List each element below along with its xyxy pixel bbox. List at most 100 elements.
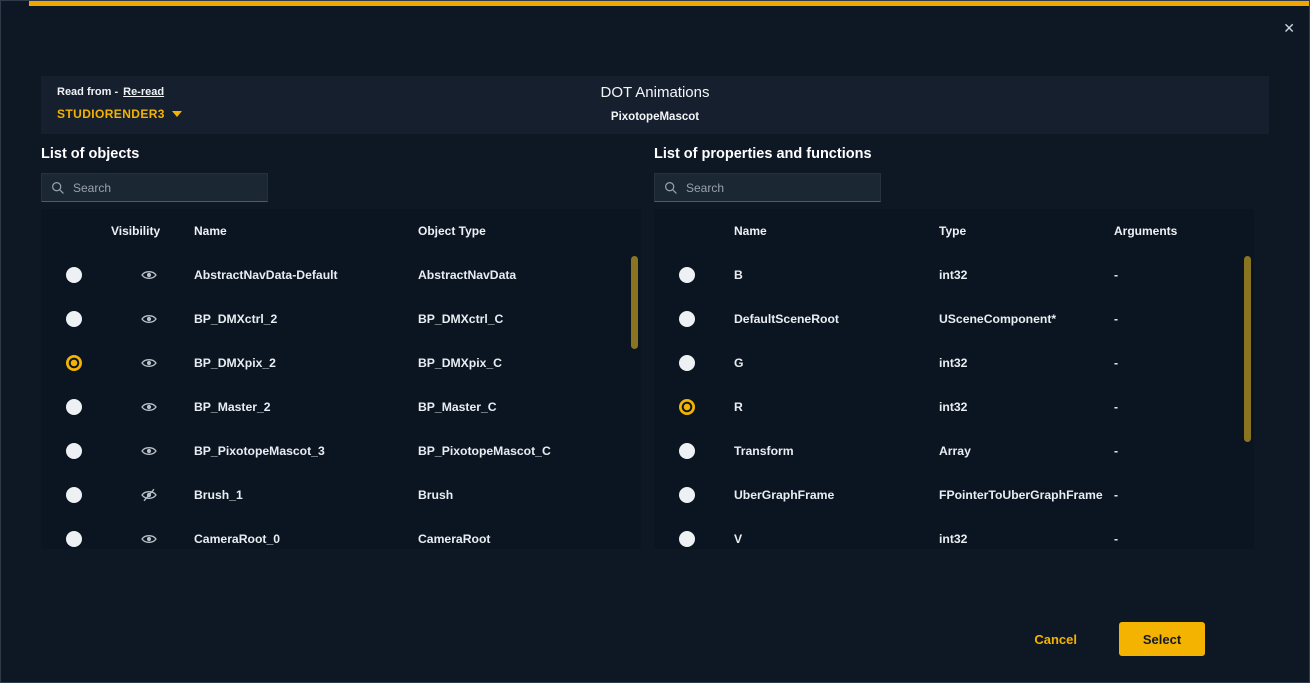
- visibility-icon[interactable]: [141, 532, 157, 546]
- row-radio[interactable]: [66, 487, 82, 503]
- table-row[interactable]: Transform Array -: [654, 429, 1254, 473]
- column-header-visibility: Visibility: [107, 224, 191, 238]
- visibility-off-icon[interactable]: [141, 488, 157, 502]
- table-row[interactable]: CameraRoot_0 CameraRoot: [41, 517, 641, 549]
- object-name: BP_DMXpix_2: [191, 356, 415, 370]
- table-row[interactable]: B int32 -: [654, 253, 1254, 297]
- row-radio[interactable]: [679, 267, 695, 283]
- table-row[interactable]: BP_PixotopeMascot_3 BP_PixotopeMascot_C: [41, 429, 641, 473]
- read-from-block: Read from - Re-read STUDIORENDER3: [57, 86, 182, 121]
- cancel-button[interactable]: Cancel: [1034, 632, 1077, 647]
- objects-scrollbar[interactable]: [631, 209, 638, 549]
- search-icon: [51, 181, 65, 195]
- visibility-cell: [107, 312, 191, 326]
- objects-search-input[interactable]: [73, 181, 258, 195]
- select-button[interactable]: Select: [1119, 622, 1205, 656]
- property-type: int32: [925, 356, 1100, 370]
- object-type: BP_DMXctrl_C: [415, 312, 641, 326]
- object-type: BP_Master_C: [415, 400, 641, 414]
- property-name: UberGraphFrame: [720, 488, 925, 502]
- property-arguments: -: [1100, 532, 1254, 546]
- objects-search[interactable]: [41, 173, 268, 202]
- table-row[interactable]: R int32 -: [654, 385, 1254, 429]
- row-radio[interactable]: [679, 399, 695, 415]
- visibility-cell: [107, 356, 191, 370]
- row-radio[interactable]: [66, 531, 82, 547]
- row-radio[interactable]: [66, 311, 82, 327]
- close-icon[interactable]: ✕: [1283, 21, 1295, 35]
- table-row[interactable]: UberGraphFrame FPointerToUberGraphFrame …: [654, 473, 1254, 517]
- select-cell: [654, 443, 720, 459]
- row-radio[interactable]: [679, 443, 695, 459]
- reread-link[interactable]: Re-read: [123, 86, 164, 98]
- row-radio[interactable]: [679, 311, 695, 327]
- visibility-icon[interactable]: [141, 268, 157, 282]
- object-type: AbstractNavData: [415, 268, 641, 282]
- object-name: CameraRoot_0: [191, 532, 415, 546]
- row-radio[interactable]: [679, 355, 695, 371]
- source-dropdown-label: STUDIORENDER3: [57, 107, 165, 121]
- properties-table: Name Type Arguments B int32 - DefaultSce…: [654, 209, 1254, 549]
- row-radio[interactable]: [679, 531, 695, 547]
- objects-table-header: Visibility Name Object Type: [41, 209, 641, 253]
- table-row[interactable]: Brush_1 Brush: [41, 473, 641, 517]
- object-type: BP_PixotopeMascot_C: [415, 444, 641, 458]
- visibility-cell: [107, 532, 191, 546]
- property-name: Transform: [720, 444, 925, 458]
- row-radio[interactable]: [66, 355, 82, 371]
- table-row[interactable]: G int32 -: [654, 341, 1254, 385]
- dot-animations-dialog: ✕ DOT Animations PixotopeMascot Read fro…: [0, 0, 1310, 683]
- property-type: FPointerToUberGraphFrame: [925, 488, 1100, 502]
- row-radio[interactable]: [66, 399, 82, 415]
- objects-panel-title: List of objects: [41, 146, 139, 162]
- select-cell: [41, 267, 107, 283]
- row-radio[interactable]: [679, 487, 695, 503]
- property-arguments: -: [1100, 268, 1254, 282]
- table-row[interactable]: AbstractNavData-Default AbstractNavData: [41, 253, 641, 297]
- objects-scrollbar-thumb[interactable]: [631, 256, 638, 349]
- table-row[interactable]: BP_Master_2 BP_Master_C: [41, 385, 641, 429]
- source-dropdown[interactable]: STUDIORENDER3: [57, 107, 182, 121]
- table-row[interactable]: DefaultSceneRoot USceneComponent* -: [654, 297, 1254, 341]
- column-header-name: Name: [191, 224, 415, 238]
- property-name: V: [720, 532, 925, 546]
- select-cell: [654, 267, 720, 283]
- dialog-title: DOT Animations: [41, 84, 1269, 101]
- select-cell: [654, 531, 720, 547]
- property-name: R: [720, 400, 925, 414]
- visibility-icon[interactable]: [141, 356, 157, 370]
- select-cell: [41, 487, 107, 503]
- select-cell: [41, 355, 107, 371]
- properties-search[interactable]: [654, 173, 881, 202]
- visibility-icon[interactable]: [141, 444, 157, 458]
- property-type: int32: [925, 400, 1100, 414]
- property-arguments: -: [1100, 312, 1254, 326]
- select-cell: [41, 311, 107, 327]
- property-arguments: -: [1100, 356, 1254, 370]
- select-cell: [654, 399, 720, 415]
- visibility-icon[interactable]: [141, 312, 157, 326]
- visibility-cell: [107, 488, 191, 502]
- dialog-header-center: DOT Animations PixotopeMascot: [41, 84, 1269, 123]
- visibility-icon[interactable]: [141, 400, 157, 414]
- select-cell: [654, 355, 720, 371]
- row-radio[interactable]: [66, 267, 82, 283]
- select-cell: [41, 399, 107, 415]
- properties-search-input[interactable]: [686, 181, 871, 195]
- properties-scrollbar[interactable]: [1244, 209, 1251, 549]
- visibility-cell: [107, 400, 191, 414]
- read-from-line: Read from - Re-read: [57, 86, 182, 98]
- properties-scrollbar-thumb[interactable]: [1244, 256, 1251, 442]
- dialog-header: DOT Animations PixotopeMascot Read from …: [41, 76, 1269, 134]
- object-name: BP_PixotopeMascot_3: [191, 444, 415, 458]
- object-name: BP_Master_2: [191, 400, 415, 414]
- properties-panel-title: List of properties and functions: [654, 146, 872, 162]
- read-from-label: Read from -: [57, 86, 118, 98]
- table-row[interactable]: BP_DMXpix_2 BP_DMXpix_C: [41, 341, 641, 385]
- column-header-object-type: Object Type: [415, 224, 641, 238]
- select-cell: [654, 311, 720, 327]
- row-radio[interactable]: [66, 443, 82, 459]
- table-row[interactable]: BP_DMXctrl_2 BP_DMXctrl_C: [41, 297, 641, 341]
- table-row[interactable]: V int32 -: [654, 517, 1254, 549]
- chevron-down-icon: [172, 111, 182, 117]
